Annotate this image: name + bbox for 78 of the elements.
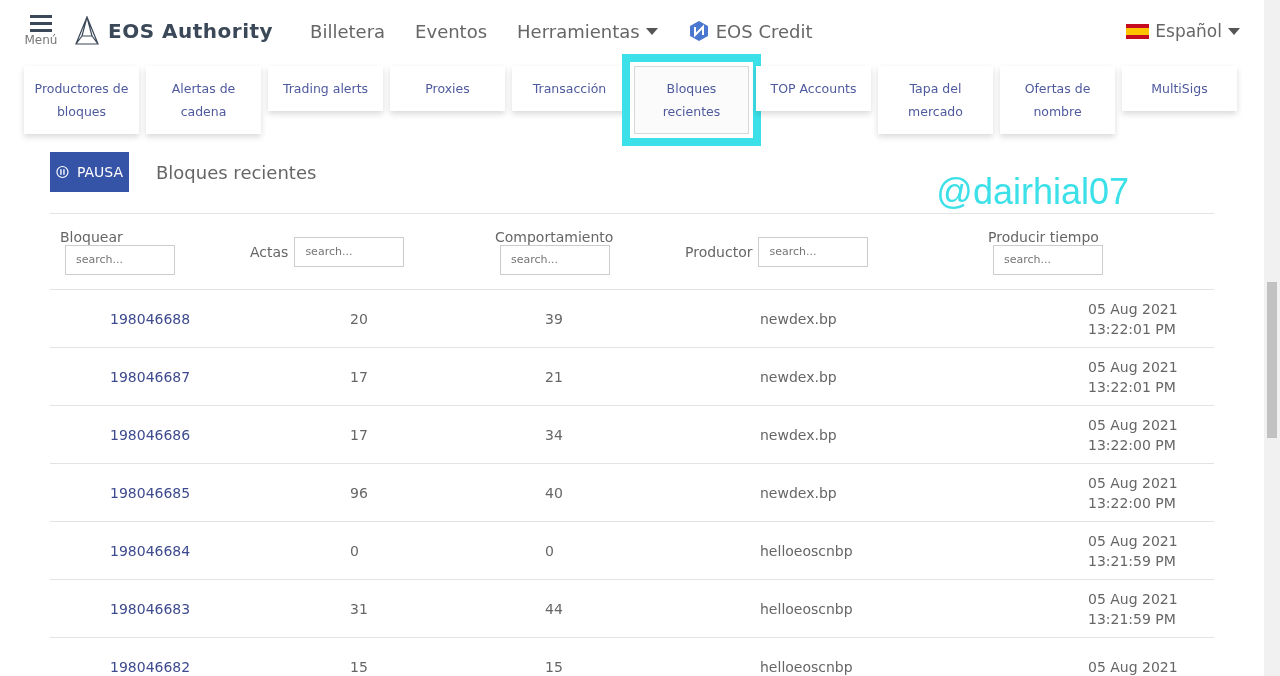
logo-icon — [74, 16, 100, 46]
table-cell: 17 — [350, 368, 368, 385]
table-cell: helloeoscnbp — [760, 658, 853, 675]
table-cell: 20 — [350, 310, 368, 327]
table-cell-text: 05 Aug 2021 — [1088, 589, 1179, 609]
table-cell-text: 13:21:59 PM — [1088, 609, 1177, 629]
table-cell: newdex.bp — [760, 368, 837, 385]
table-cell-text: 05 Aug 2021 — [1088, 415, 1179, 435]
brand-name[interactable]: EOS Authority — [108, 19, 274, 43]
section-title: Bloques recientes — [156, 161, 317, 183]
tool-tab[interactable]: MultiSigs — [1122, 66, 1237, 111]
search-field[interactable]: search... — [294, 236, 405, 267]
search-field[interactable]: search... — [758, 236, 869, 267]
table-cell-text: 05 Aug 2021 — [1088, 657, 1179, 676]
table-cell: newdex.bp — [760, 426, 837, 443]
flag-icon — [1126, 23, 1150, 39]
table-cell-text: 13:22:01 PM — [1088, 377, 1177, 397]
table-cell: 34 — [545, 426, 563, 443]
table-cell-text: 05 Aug 2021 — [1088, 531, 1179, 551]
language-selector[interactable]: Español — [1126, 21, 1240, 41]
caret-icon — [1228, 27, 1240, 35]
search-field[interactable]: search... — [993, 244, 1103, 275]
table-cell-text: 13:22:00 PM — [1088, 493, 1177, 513]
pause-button[interactable]: PAUSA — [50, 152, 129, 192]
table-cell-text: 05 Aug 2021 — [1088, 473, 1179, 493]
nav-link[interactable]: Eventos — [400, 20, 503, 42]
table-cell: 31 — [350, 600, 368, 617]
table-cell-text: 13:21:59 PM — [1088, 551, 1177, 571]
block-link[interactable]: 198046682 — [50, 658, 191, 675]
table-cell: 44 — [545, 600, 563, 617]
column-label: Actas — [250, 243, 289, 260]
scrollbar-thumb[interactable] — [1267, 282, 1277, 438]
search-field[interactable]: search... — [65, 244, 175, 275]
table-cell: 96 — [350, 484, 368, 501]
menu-button[interactable]: Menú — [22, 15, 60, 47]
tool-tab[interactable]: Tapa del mercado — [878, 66, 993, 134]
table-cell: newdex.bp — [760, 484, 837, 501]
username-annotation: @dairhial07 — [936, 171, 1129, 213]
table-cell-text: 13:22:01 PM — [1088, 319, 1177, 339]
table-cell: 15 — [545, 658, 563, 675]
hexagon-icon — [687, 20, 710, 42]
tool-tab[interactable]: Proxies — [390, 66, 505, 111]
tool-tab[interactable]: TOP Accounts — [756, 66, 871, 111]
table-cell-text: 13:22:00 PM — [1088, 435, 1177, 455]
tool-tab[interactable]: Productores de bloques — [24, 66, 139, 134]
table-cell: 40 — [545, 484, 563, 501]
column-label: Bloquear — [60, 228, 123, 245]
block-link[interactable]: 198046687 — [50, 368, 191, 385]
block-link[interactable]: 198046685 — [50, 484, 191, 501]
table-cell-text: 05 Aug 2021 — [1088, 299, 1179, 319]
tool-tab[interactable]: Alertas de cadena — [146, 66, 261, 134]
table-cell: 0 — [545, 542, 554, 559]
table-cell: helloeoscnbp — [760, 542, 853, 559]
table-cell: 21 — [545, 368, 563, 385]
menu-icon — [30, 15, 52, 33]
column-label: Producir tiempo — [988, 228, 1099, 245]
tool-tab[interactable]: Bloques recientes — [634, 66, 749, 134]
block-link[interactable]: 198046688 — [50, 310, 191, 327]
nav-link[interactable]: Herramientas — [502, 20, 673, 42]
tool-tab[interactable]: Ofertas de nombre — [1000, 66, 1115, 134]
column-label: Productor — [685, 243, 753, 260]
block-link[interactable]: 198046684 — [50, 542, 191, 559]
table-cell: 0 — [350, 542, 359, 559]
nav-link[interactable]: EOS Credit — [672, 20, 828, 42]
nav-link[interactable]: Billetera — [295, 20, 401, 42]
pause-icon — [56, 165, 69, 179]
table-cell: 39 — [545, 310, 563, 327]
block-link[interactable]: 198046683 — [50, 600, 191, 617]
table-cell: 17 — [350, 426, 368, 443]
block-link[interactable]: 198046686 — [50, 426, 191, 443]
table-cell-text: 05 Aug 2021 — [1088, 357, 1179, 377]
tool-tab[interactable]: Trading alerts — [268, 66, 383, 111]
caret-icon — [645, 27, 658, 35]
table-cell: newdex.bp — [760, 310, 837, 327]
search-field[interactable]: search... — [500, 244, 610, 275]
table-cell: 15 — [350, 658, 368, 675]
column-label: Comportamiento — [495, 228, 614, 245]
table-cell: helloeoscnbp — [760, 600, 853, 617]
